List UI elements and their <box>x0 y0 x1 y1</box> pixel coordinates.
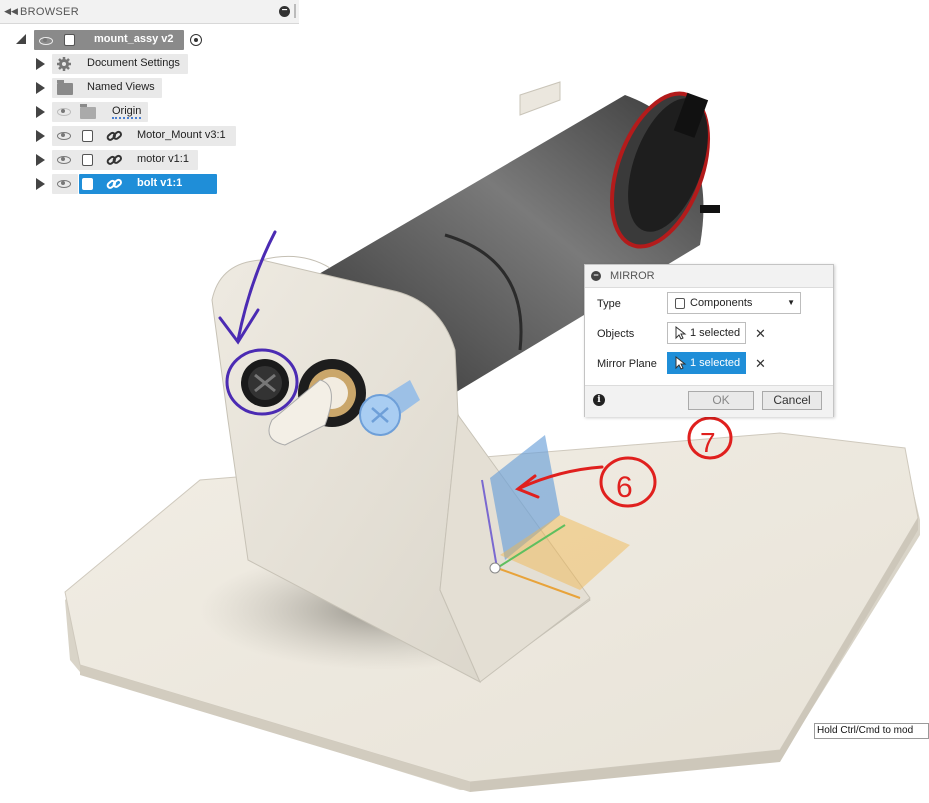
expand-triangle-icon[interactable] <box>36 106 45 118</box>
dialog-header: − MIRROR <box>585 265 833 288</box>
collapse-triangle-icon[interactable] <box>16 34 26 44</box>
cancel-button[interactable]: Cancel <box>762 391 822 410</box>
clear-plane-icon[interactable]: ✕ <box>755 356 766 372</box>
tree-item-label: Origin <box>112 105 142 119</box>
expand-triangle-icon[interactable] <box>36 58 45 70</box>
cursor-arrow-icon <box>675 326 687 340</box>
panel-resize-handle[interactable] <box>294 4 296 18</box>
tree-root-label: mount_assy v2 <box>94 33 174 45</box>
folder-icon <box>57 80 73 95</box>
minimize-panel-icon[interactable]: − <box>279 6 290 17</box>
expand-triangle-icon[interactable] <box>36 154 45 166</box>
mirror-plane-label: Mirror Plane <box>597 358 657 370</box>
link-icon <box>106 130 122 141</box>
visibility-eye-icon[interactable] <box>57 180 71 188</box>
annotation-six: 6 <box>616 471 633 504</box>
assembly-icon <box>64 34 75 46</box>
link-icon <box>106 154 122 165</box>
objects-value: 1 selected <box>690 327 741 339</box>
mirror-dialog: − MIRROR Type Components ▼ Objects 1 sel… <box>584 264 834 417</box>
tree-item-label: motor v1:1 <box>137 153 189 165</box>
expand-triangle-icon[interactable] <box>36 130 45 142</box>
mirror-plane-value: 1 selected <box>690 357 741 369</box>
type-label: Type <box>597 298 621 310</box>
component-icon <box>675 298 685 309</box>
hidden-eye-icon[interactable] <box>57 108 71 116</box>
objects-label: Objects <box>597 328 635 340</box>
chevron-down-icon: ▼ <box>787 298 795 307</box>
info-icon[interactable]: i <box>593 394 605 406</box>
visibility-eye-icon[interactable] <box>57 156 71 164</box>
annotation-seven: 7 <box>700 427 716 458</box>
bolt-left <box>241 359 289 407</box>
tree-item-label: Named Views <box>87 81 155 93</box>
type-value: Components <box>690 297 753 309</box>
component-icon <box>82 130 93 142</box>
activate-radio-icon[interactable] <box>190 34 202 46</box>
collapse-dialog-icon[interactable]: − <box>591 271 601 281</box>
link-icon <box>106 178 122 189</box>
dialog-title: MIRROR <box>610 270 655 282</box>
tree-item-label: Motor_Mount v3:1 <box>137 129 226 141</box>
visibility-eye-icon[interactable] <box>39 37 53 45</box>
mirror-plane-selection[interactable]: 1 selected <box>667 352 746 374</box>
cursor-arrow-icon <box>675 356 687 370</box>
gear-icon <box>57 57 71 71</box>
type-dropdown[interactable]: Components ▼ <box>667 292 801 314</box>
expand-triangle-icon[interactable] <box>36 82 45 94</box>
objects-selection[interactable]: 1 selected <box>667 322 746 344</box>
folder-icon <box>80 104 96 119</box>
hint-tooltip: Hold Ctrl/Cmd to mod <box>814 723 929 739</box>
expand-triangle-icon[interactable] <box>36 178 45 190</box>
tree-item-label: bolt v1:1 <box>137 177 183 189</box>
browser-header: ◀◀ BROWSER − <box>0 0 299 24</box>
tree-item-label: Document Settings <box>87 57 180 69</box>
component-icon <box>82 178 93 190</box>
dialog-footer: i OK Cancel <box>585 385 833 417</box>
component-icon <box>82 154 93 166</box>
clear-objects-icon[interactable]: ✕ <box>755 326 766 342</box>
visibility-eye-icon[interactable] <box>57 132 71 140</box>
collapse-panel-icon[interactable]: ◀◀ <box>2 6 20 17</box>
ok-button[interactable]: OK <box>688 391 754 410</box>
browser-title: BROWSER <box>20 5 79 18</box>
